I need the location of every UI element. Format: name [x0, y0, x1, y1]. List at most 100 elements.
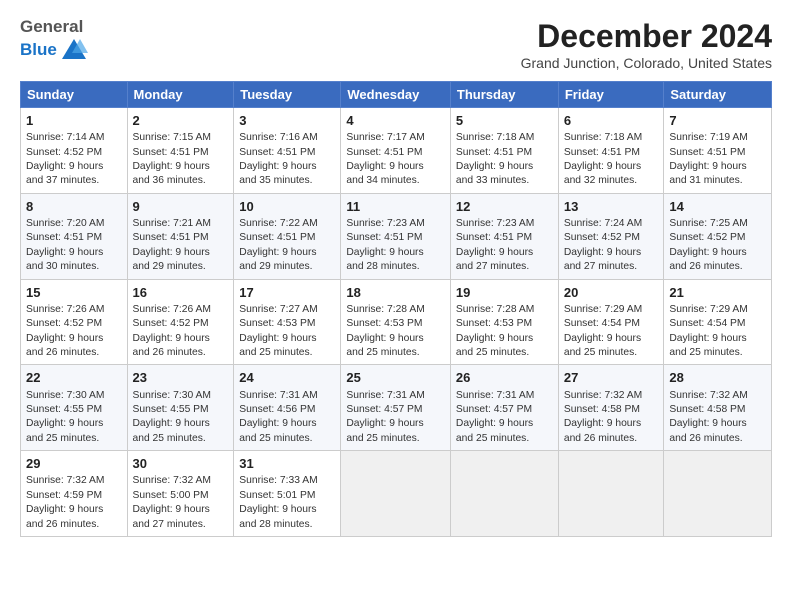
- cell-info-line: Sunset: 4:51 PM: [239, 231, 335, 245]
- month-title: December 2024: [521, 18, 772, 55]
- cell-info-line: Daylight: 9 hours: [456, 332, 553, 346]
- day-number: 9: [133, 198, 229, 216]
- day-number: 25: [346, 369, 445, 387]
- cell-info-line: Sunrise: 7:27 AM: [239, 303, 335, 317]
- cell-info-line: Sunrise: 7:33 AM: [239, 474, 335, 488]
- day-number: 18: [346, 284, 445, 302]
- cell-info-line: and 26 minutes.: [26, 518, 122, 532]
- cell-info-line: Sunrise: 7:20 AM: [26, 217, 122, 231]
- cell-info-line: Sunrise: 7:32 AM: [564, 389, 659, 403]
- day-number: 22: [26, 369, 122, 387]
- cell-1-6: 6Sunrise: 7:18 AMSunset: 4:51 PMDaylight…: [558, 108, 664, 194]
- day-number: 11: [346, 198, 445, 216]
- cell-info-line: Sunrise: 7:31 AM: [346, 389, 445, 403]
- cell-info-line: Sunset: 4:54 PM: [669, 317, 766, 331]
- cell-info-line: Sunrise: 7:29 AM: [669, 303, 766, 317]
- cell-info-line: and 36 minutes.: [133, 174, 229, 188]
- cell-info-line: Daylight: 9 hours: [346, 332, 445, 346]
- cell-info-line: and 25 minutes.: [239, 346, 335, 360]
- day-number: 23: [133, 369, 229, 387]
- cell-4-1: 22Sunrise: 7:30 AMSunset: 4:55 PMDayligh…: [21, 365, 128, 451]
- cell-3-7: 21Sunrise: 7:29 AMSunset: 4:54 PMDayligh…: [664, 279, 772, 365]
- cell-info-line: Sunrise: 7:19 AM: [669, 131, 766, 145]
- cell-info-line: Sunrise: 7:31 AM: [239, 389, 335, 403]
- cell-info-line: Sunset: 4:58 PM: [669, 403, 766, 417]
- cell-info-line: Sunset: 4:52 PM: [133, 317, 229, 331]
- cell-info-line: Sunset: 4:51 PM: [239, 146, 335, 160]
- day-number: 10: [239, 198, 335, 216]
- week-row-4: 22Sunrise: 7:30 AMSunset: 4:55 PMDayligh…: [21, 365, 772, 451]
- cell-info-line: Daylight: 9 hours: [133, 160, 229, 174]
- cell-3-6: 20Sunrise: 7:29 AMSunset: 4:54 PMDayligh…: [558, 279, 664, 365]
- cell-info-line: Daylight: 9 hours: [456, 417, 553, 431]
- cell-2-6: 13Sunrise: 7:24 AMSunset: 4:52 PMDayligh…: [558, 193, 664, 279]
- day-number: 21: [669, 284, 766, 302]
- cell-info-line: Sunset: 4:51 PM: [133, 146, 229, 160]
- cell-info-line: and 34 minutes.: [346, 174, 445, 188]
- cell-1-4: 4Sunrise: 7:17 AMSunset: 4:51 PMDaylight…: [341, 108, 451, 194]
- cell-2-7: 14Sunrise: 7:25 AMSunset: 4:52 PMDayligh…: [664, 193, 772, 279]
- cell-4-2: 23Sunrise: 7:30 AMSunset: 4:55 PMDayligh…: [127, 365, 234, 451]
- cell-1-2: 2Sunrise: 7:15 AMSunset: 4:51 PMDaylight…: [127, 108, 234, 194]
- cell-3-5: 19Sunrise: 7:28 AMSunset: 4:53 PMDayligh…: [450, 279, 558, 365]
- cell-info-line: Sunset: 4:54 PM: [564, 317, 659, 331]
- week-row-2: 8Sunrise: 7:20 AMSunset: 4:51 PMDaylight…: [21, 193, 772, 279]
- cell-info-line: Sunrise: 7:28 AM: [346, 303, 445, 317]
- day-number: 19: [456, 284, 553, 302]
- cell-2-3: 10Sunrise: 7:22 AMSunset: 4:51 PMDayligh…: [234, 193, 341, 279]
- cell-4-3: 24Sunrise: 7:31 AMSunset: 4:56 PMDayligh…: [234, 365, 341, 451]
- cell-info-line: and 25 minutes.: [456, 346, 553, 360]
- cell-info-line: Sunset: 4:57 PM: [346, 403, 445, 417]
- day-number: 12: [456, 198, 553, 216]
- cell-info-line: and 26 minutes.: [26, 346, 122, 360]
- cell-info-line: Daylight: 9 hours: [669, 417, 766, 431]
- cell-5-5: [450, 451, 558, 537]
- calendar-table: SundayMondayTuesdayWednesdayThursdayFrid…: [20, 81, 772, 537]
- cell-info-line: and 28 minutes.: [239, 518, 335, 532]
- cell-info-line: Sunrise: 7:15 AM: [133, 131, 229, 145]
- cell-2-2: 9Sunrise: 7:21 AMSunset: 4:51 PMDaylight…: [127, 193, 234, 279]
- cell-info-line: Sunrise: 7:23 AM: [456, 217, 553, 231]
- cell-info-line: Daylight: 9 hours: [239, 332, 335, 346]
- day-number: 31: [239, 455, 335, 473]
- day-number: 4: [346, 112, 445, 130]
- header: General Blue December 2024 Grand Junctio…: [20, 18, 772, 71]
- cell-info-line: Sunset: 4:51 PM: [346, 146, 445, 160]
- cell-info-line: Daylight: 9 hours: [239, 503, 335, 517]
- cell-info-line: and 27 minutes.: [456, 260, 553, 274]
- cell-info-line: Sunset: 4:51 PM: [26, 231, 122, 245]
- cell-info-line: Sunset: 4:56 PM: [239, 403, 335, 417]
- day-number: 26: [456, 369, 553, 387]
- cell-info-line: Sunset: 4:51 PM: [564, 146, 659, 160]
- cell-info-line: Sunrise: 7:18 AM: [456, 131, 553, 145]
- title-block: December 2024 Grand Junction, Colorado, …: [521, 18, 772, 71]
- week-row-1: 1Sunrise: 7:14 AMSunset: 4:52 PMDaylight…: [21, 108, 772, 194]
- day-number: 7: [669, 112, 766, 130]
- cell-info-line: Sunrise: 7:32 AM: [133, 474, 229, 488]
- cell-5-7: [664, 451, 772, 537]
- cell-3-1: 15Sunrise: 7:26 AMSunset: 4:52 PMDayligh…: [21, 279, 128, 365]
- day-number: 27: [564, 369, 659, 387]
- day-number: 1: [26, 112, 122, 130]
- cell-info-line: Daylight: 9 hours: [26, 503, 122, 517]
- cell-info-line: Daylight: 9 hours: [346, 246, 445, 260]
- cell-info-line: and 27 minutes.: [564, 260, 659, 274]
- week-row-3: 15Sunrise: 7:26 AMSunset: 4:52 PMDayligh…: [21, 279, 772, 365]
- cell-info-line: Sunset: 4:51 PM: [456, 231, 553, 245]
- cell-info-line: and 27 minutes.: [133, 518, 229, 532]
- cell-info-line: and 29 minutes.: [239, 260, 335, 274]
- cell-info-line: and 32 minutes.: [564, 174, 659, 188]
- cell-info-line: Sunrise: 7:32 AM: [669, 389, 766, 403]
- cell-info-line: Sunset: 4:53 PM: [456, 317, 553, 331]
- cell-4-5: 26Sunrise: 7:31 AMSunset: 4:57 PMDayligh…: [450, 365, 558, 451]
- cell-info-line: Sunrise: 7:24 AM: [564, 217, 659, 231]
- cell-info-line: and 25 minutes.: [346, 346, 445, 360]
- cell-info-line: Sunset: 4:55 PM: [26, 403, 122, 417]
- cell-info-line: Sunrise: 7:30 AM: [133, 389, 229, 403]
- cell-info-line: Daylight: 9 hours: [133, 332, 229, 346]
- cell-info-line: Sunrise: 7:30 AM: [26, 389, 122, 403]
- cell-info-line: Daylight: 9 hours: [26, 246, 122, 260]
- day-number: 2: [133, 112, 229, 130]
- cell-info-line: and 28 minutes.: [346, 260, 445, 274]
- cell-info-line: Daylight: 9 hours: [564, 332, 659, 346]
